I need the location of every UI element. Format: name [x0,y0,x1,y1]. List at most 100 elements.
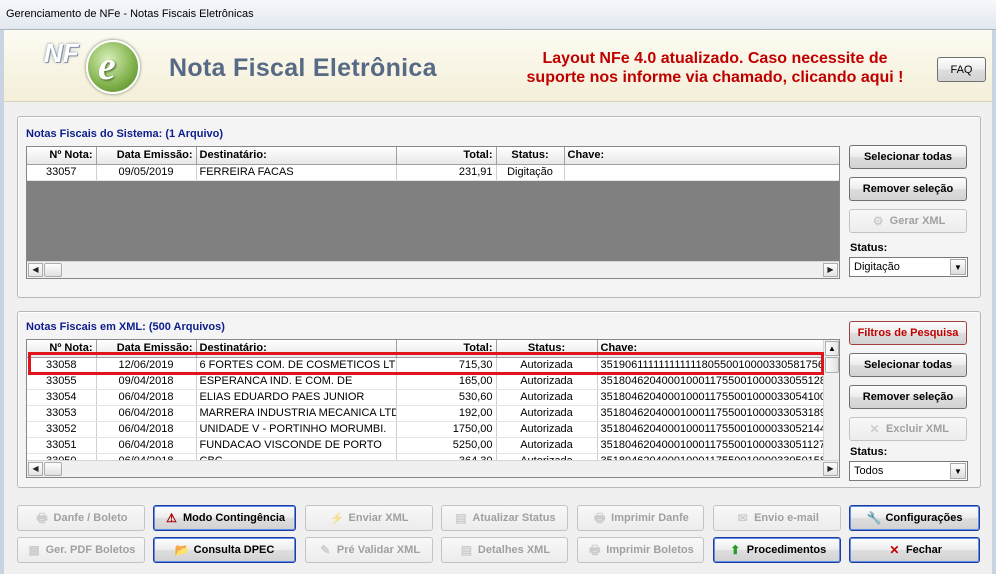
cell-status: Autorizada [496,389,598,406]
col-header-destinatario[interactable]: Destinatário: [196,147,397,165]
delete-xml-button[interactable]: ✕ Excluir XML [849,417,967,441]
xml-select-all-button[interactable]: Selecionar todas [849,353,967,377]
cell-destinatario: ELIAS EDUARDO PAES JUNIOR [196,389,397,406]
print-danfe-button[interactable]: 🖶 Imprimir Danfe [577,505,704,531]
xml-details-button[interactable]: ▤ Detalhes XML [441,537,568,563]
faq-button[interactable]: FAQ [937,57,986,82]
system-remove-selection-button[interactable]: Remover seleção [849,177,967,201]
cell-data: 06/04/2018 [96,437,197,454]
cell-total: 192,00 [396,405,497,422]
table-row[interactable]: 33052 06/04/2018 UNIDADE V - PORTINHO MO… [27,421,824,438]
send-email-label: Envio e-mail [754,512,819,524]
settings-button[interactable]: 🔧 Configurações [849,505,980,531]
consult-dpec-button[interactable]: 📂 Consulta DPEC [153,537,296,563]
cell-total: 530,60 [396,389,497,406]
system-status-value: Digitação [854,261,900,273]
system-status-label: Status: [850,242,888,254]
xml-remove-selection-button[interactable]: Remover seleção [849,385,967,409]
cell-numero: 33054 [27,389,97,406]
system-notes-title: Notas Fiscais do Sistema: (1 Arquivo) [26,128,224,140]
search-filters-button[interactable]: Filtros de Pesquisa [849,321,967,345]
scroll-thumb[interactable] [44,263,62,277]
cell-total: 1750,00 [396,421,497,438]
update-status-button[interactable]: ▤ Atualizar Status [441,505,568,531]
table-row[interactable]: 33053 06/04/2018 MARRERA INDUSTRIA MECAN… [27,405,824,422]
chevron-down-icon[interactable]: ▼ [950,463,966,479]
cell-destinatario: FUNDACAO VISCONDE DE PORTO [196,437,397,454]
main-window [0,30,996,574]
system-status-select[interactable]: Digitação ▼ [849,257,968,277]
close-button[interactable]: ✕ Fechar [849,537,980,563]
cell-destinatario: FERREIRA FACAS [196,164,397,181]
scroll-left-icon[interactable]: ◀ [28,263,43,277]
cell-data: 09/04/2018 [96,373,197,390]
system-notes-table: Nº Nota: Data Emissão: Destinatário: Tot… [27,147,839,181]
nfe-logo: NF e [40,36,150,96]
cell-chave: 35180462040001000117550010000330551280 [597,373,824,390]
danfe-boleto-button[interactable]: 🖶 Danfe / Boleto [17,505,145,531]
scroll-thumb[interactable] [825,357,839,373]
generate-pdf-boletos-button[interactable]: ▦ Ger. PDF Boletos [17,537,145,563]
cell-data: 06/04/2018 [96,421,197,438]
lightning-icon: ⚡ [329,511,345,525]
xml-notes-vscrollbar[interactable]: ▲ [823,340,839,460]
table-row[interactable]: 33057 09/05/2019 FERREIRA FACAS 231,91 D… [27,164,839,181]
support-notice-link[interactable]: Layout NFe 4.0 atualizado. Caso necessit… [509,49,921,87]
support-notice-line2: suporte nos informe via chamado, clicand… [526,69,904,86]
header-banner: NF e Nota Fiscal Eletrônica Layout NFe 4… [4,30,992,102]
cell-chave: 35180462040001000117550010000330531890 [597,405,824,422]
xml-status-select[interactable]: Todos ▼ [849,461,968,481]
title-bar: Gerenciamento de NFe - Notas Fiscais Ele… [0,0,996,30]
send-email-button[interactable]: ✉ Envio e-mail [713,505,841,531]
pre-validate-xml-button[interactable]: ✎ Pré Validar XML [305,537,433,563]
window-title: Gerenciamento de NFe - Notas Fiscais Ele… [6,8,254,20]
update-status-label: Atualizar Status [472,512,556,524]
scroll-left-icon[interactable]: ◀ [28,462,43,476]
cell-chave: 35180462040001000117550010000330511270 [597,437,824,454]
cell-chave: 35180462040001000117550010000330541003 [597,389,824,406]
procedures-button[interactable]: ⬆ Procedimentos [713,537,841,563]
col-header-chave[interactable]: Chave: [564,147,839,165]
xml-status-value: Todos [854,465,884,477]
col-header-total[interactable]: Total: [396,147,497,165]
scroll-right-icon[interactable]: ▶ [823,462,838,476]
print-danfe-label: Imprimir Danfe [611,512,689,524]
printer-icon: 🖶 [589,543,601,557]
print-boletos-button[interactable]: 🖶 Imprimir Boletos [577,537,704,563]
generate-xml-label: Gerar XML [889,215,946,227]
cell-chave: 35180462040001000117550010000330521440 [597,421,824,438]
col-header-numero[interactable]: Nº Nota: [27,147,97,165]
chevron-down-icon[interactable]: ▼ [950,259,966,275]
col-header-status[interactable]: Status: [496,147,565,165]
cell-numero: 33053 [27,405,97,422]
contingency-mode-label: Modo Contingência [182,512,286,524]
consult-dpec-label: Consulta DPEC [193,544,275,556]
settings-label: Configurações [885,512,963,524]
printer-icon: 🖶 [36,511,48,525]
cell-data: 06/04/2018 [96,389,197,406]
brand-title: Nota Fiscal Eletrônica [169,54,437,82]
system-select-all-button[interactable]: Selecionar todas [849,145,967,169]
close-icon: ✕ [869,422,880,436]
details-icon: ▤ [460,543,473,557]
contingency-mode-button[interactable]: ⚠ Modo Contingência [153,505,296,531]
scroll-up-icon[interactable]: ▲ [825,341,839,356]
cell-destinatario: UNIDADE V - PORTINHO MORUMBI. [196,421,397,438]
xml-notes-hscrollbar[interactable]: ◀ ▶ [27,460,839,477]
validate-icon: ✎ [320,543,331,557]
scroll-thumb[interactable] [44,462,62,476]
table-row[interactable]: 33054 06/04/2018 ELIAS EDUARDO PAES JUNI… [27,389,824,406]
system-notes-hscrollbar[interactable]: ◀ ▶ [27,261,839,278]
scroll-right-icon[interactable]: ▶ [823,263,838,277]
generate-pdf-boletos-label: Ger. PDF Boletos [45,544,136,556]
generate-xml-button[interactable]: ⚙ Gerar XML [849,209,967,233]
table-row[interactable]: 33055 09/04/2018 ESPERANCA IND. E COM. D… [27,373,824,390]
table-row[interactable]: 33051 06/04/2018 FUNDACAO VISCONDE DE PO… [27,437,824,454]
system-notes-grid[interactable]: Nº Nota: Data Emissão: Destinatário: Tot… [26,146,840,279]
close-label: Fechar [905,544,943,556]
col-header-data[interactable]: Data Emissão: [96,147,197,165]
send-xml-button[interactable]: ⚡ Enviar XML [305,505,433,531]
cell-data: 09/05/2019 [96,164,197,181]
table-header-row: Nº Nota: Data Emissão: Destinatário: Tot… [27,147,839,165]
printer-icon: 🖶 [594,511,606,525]
